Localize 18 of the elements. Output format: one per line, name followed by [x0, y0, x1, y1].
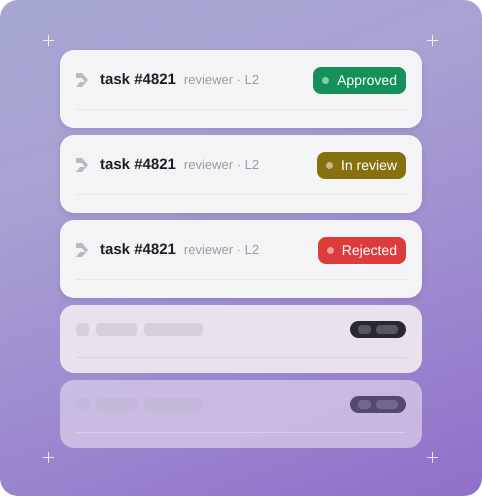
task-meta: reviewer · L2: [184, 241, 260, 260]
task-meta: reviewer · L2: [184, 156, 260, 174]
chevron-logo-icon: [76, 158, 88, 172]
skeleton-badge: [350, 396, 406, 412]
task-meta: reviewer · L2: [184, 71, 260, 90]
task-title: task #4821: [100, 70, 176, 90]
crosshair-icon: [43, 452, 54, 463]
skeleton-badge: [350, 320, 406, 338]
crosshair-icon: [43, 35, 54, 46]
crosshair-icon: [427, 452, 438, 463]
status-badge: In review: [316, 152, 406, 178]
task-title: task #4821: [100, 240, 176, 260]
status-badge: Rejected: [318, 236, 406, 264]
crosshair-icon: [427, 35, 438, 46]
task-title: task #4821: [100, 154, 176, 175]
chevron-logo-icon: [76, 73, 88, 87]
status-badge: Approved: [313, 66, 406, 94]
chevron-logo-icon: [76, 243, 88, 257]
